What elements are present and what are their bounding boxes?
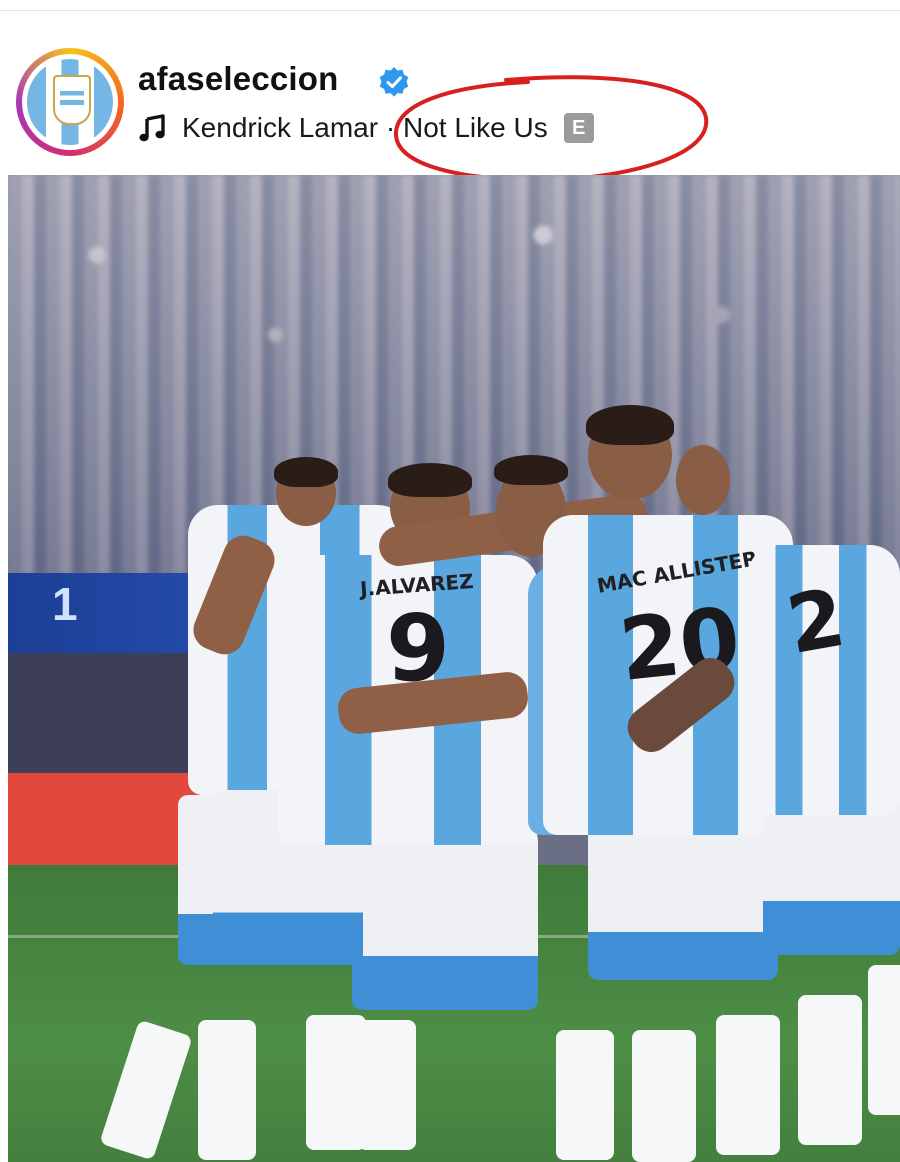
post-photo[interactable]: 1 J.ALVAREZ 9 MAC ALLISTER 20 2 <box>8 175 900 1162</box>
audio-attribution[interactable]: Kendrick Lamar · Not Like Us E <box>138 108 594 148</box>
username[interactable]: afaseleccion <box>138 60 339 98</box>
afa-logo <box>27 59 113 145</box>
profile-avatar[interactable] <box>16 48 124 156</box>
post-header: afaseleccion Kendrick Lamar · Not Like U… <box>0 0 900 183</box>
avatar-ring-gap <box>22 54 118 150</box>
crest-icon <box>53 75 91 125</box>
ad-board <box>8 773 198 865</box>
song-title: Not Like Us <box>402 112 548 143</box>
music-note-icon <box>139 114 165 142</box>
verified-badge-icon <box>379 67 409 97</box>
explicit-badge: E <box>563 113 594 143</box>
scoreboard-number: 1 <box>52 578 78 630</box>
artist-name: Kendrick Lamar <box>182 112 379 143</box>
track-separator: · <box>378 112 403 143</box>
